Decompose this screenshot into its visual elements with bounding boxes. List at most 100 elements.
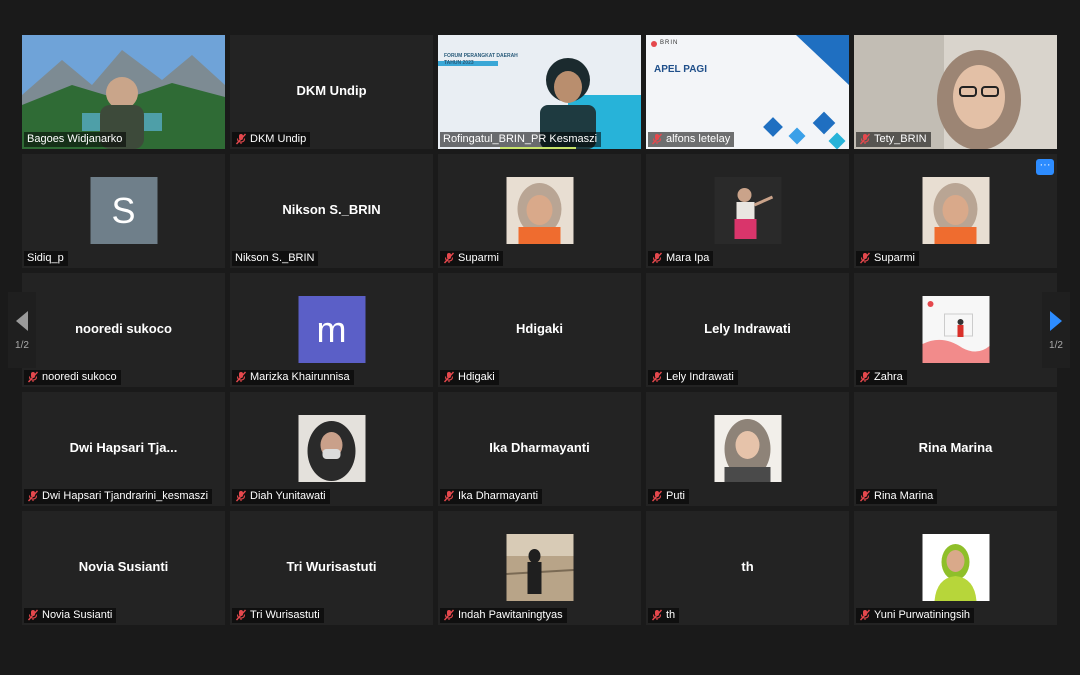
participant-display-name: Ika Dharmayanti: [489, 440, 590, 455]
participant-display-name: Nikson S._BRIN: [282, 202, 381, 217]
participant-nametag: DKM Undip: [232, 132, 311, 147]
video-tile-rina[interactable]: Rina Marina Rina Marina: [854, 392, 1057, 506]
microphone-muted-icon: [651, 371, 663, 383]
avatar: m: [298, 296, 365, 363]
video-tile-diah[interactable]: Diah Yunitawati: [230, 392, 433, 506]
microphone-muted-icon: [235, 133, 247, 145]
participant-display-name: nooredi sukoco: [75, 321, 172, 336]
microphone-muted-icon: [235, 490, 247, 502]
participant-nametag: Marizka Khairunnisa: [232, 370, 354, 385]
video-tile-suparmi-1[interactable]: Suparmi: [438, 154, 641, 268]
microphone-muted-icon: [859, 609, 871, 621]
profile-photo: [506, 177, 573, 244]
video-tile-sidiq[interactable]: S Sidiq_p: [22, 154, 225, 268]
page-indicator-right: 1/2: [1049, 339, 1063, 351]
more-options-icon: ···: [1039, 159, 1051, 171]
previous-page-button[interactable]: 1/2: [8, 292, 36, 368]
participant-nametag: th: [648, 608, 680, 623]
microphone-muted-icon: [651, 133, 663, 145]
video-tile-novia[interactable]: Novia Susianti Novia Susianti: [22, 511, 225, 625]
video-tile-hdigaki[interactable]: Hdigaki Hdigaki: [438, 273, 641, 387]
microphone-muted-icon: [27, 371, 39, 383]
profile-photo: [922, 177, 989, 244]
video-tile-mara-ipa[interactable]: Mara Ipa: [646, 154, 849, 268]
participant-nametag: Rofingatul_BRIN_PR Kesmaszi: [440, 132, 602, 147]
participant-display-name: DKM Undip: [296, 83, 367, 98]
participant-nametag: Suparmi: [440, 251, 503, 266]
profile-photo: [298, 415, 365, 482]
participant-nametag: Yuni Purwatiningsih: [856, 608, 975, 623]
video-tile-yuni[interactable]: Yuni Purwatiningsih: [854, 511, 1057, 625]
video-tile-puti[interactable]: Puti: [646, 392, 849, 506]
participant-nametag: Tety_BRIN: [856, 132, 931, 147]
participant-nametag: Bagoes Widjanarko: [24, 132, 127, 147]
participant-nametag: Rina Marina: [856, 489, 938, 504]
avatar: S: [90, 177, 157, 244]
microphone-muted-icon: [859, 252, 871, 264]
speaking-indicator: [500, 147, 576, 149]
video-tile-zahra[interactable]: Zahra: [854, 273, 1057, 387]
participant-nametag: Lely Indrawati: [648, 370, 738, 385]
video-tile-th[interactable]: th th: [646, 511, 849, 625]
participant-display-name: Dwi Hapsari Tja...: [69, 440, 178, 455]
participant-display-name: Tri Wurisastuti: [286, 559, 377, 574]
video-tile-marizka[interactable]: m Marizka Khairunnisa: [230, 273, 433, 387]
participant-nametag: Indah Pawitaningtyas: [440, 608, 567, 623]
profile-photo: [922, 534, 989, 601]
participant-display-name: Hdigaki: [516, 321, 563, 336]
chevron-left-icon: [16, 310, 28, 331]
participant-nametag: Sidiq_p: [24, 251, 68, 266]
participant-nametag: Puti: [648, 489, 689, 504]
video-gallery-grid: Bagoes Widjanarko DKM Undip DKM Undip FO…: [22, 35, 1058, 626]
profile-photo: [714, 177, 781, 244]
microphone-muted-icon: [443, 490, 455, 502]
profile-photo: [922, 296, 989, 363]
microphone-muted-icon: [859, 371, 871, 383]
microphone-muted-icon: [443, 252, 455, 264]
microphone-muted-icon: [651, 490, 663, 502]
microphone-muted-icon: [651, 609, 663, 621]
video-tile-nooredi[interactable]: nooredi sukoco nooredi sukoco: [22, 273, 225, 387]
video-tile-bagoes[interactable]: Bagoes Widjanarko: [22, 35, 225, 149]
microphone-muted-icon: [27, 609, 39, 621]
participant-display-name: th: [741, 559, 754, 574]
video-tile-lely[interactable]: Lely Indrawati Lely Indrawati: [646, 273, 849, 387]
video-tile-tri[interactable]: Tri Wurisastuti Tri Wurisastuti: [230, 511, 433, 625]
next-page-button[interactable]: 1/2: [1042, 292, 1070, 368]
participant-display-name: Novia Susianti: [78, 559, 169, 574]
participant-nametag: Suparmi: [856, 251, 919, 266]
slide-title: APEL PAGI: [654, 64, 707, 75]
page-indicator-left: 1/2: [15, 339, 29, 351]
more-options-button[interactable]: ···: [1036, 159, 1054, 175]
participant-nametag: alfons letelay: [648, 132, 735, 147]
participant-display-name: Lely Indrawati: [704, 321, 791, 336]
slide-caption: FORUM PERANGKAT DAERAH TAHUN 2023: [444, 53, 518, 66]
microphone-muted-icon: [859, 490, 871, 502]
video-tile-indah[interactable]: Indah Pawitaningtyas: [438, 511, 641, 625]
participant-nametag: Zahra: [856, 370, 907, 385]
participant-display-name: Rina Marina: [918, 440, 993, 455]
video-tile-tety[interactable]: Tety_BRIN: [854, 35, 1057, 149]
video-tile-dkm-undip[interactable]: DKM Undip DKM Undip: [230, 35, 433, 149]
participant-nametag: Novia Susianti: [24, 608, 117, 623]
video-tile-suparmi-2[interactable]: Suparmi: [854, 154, 1057, 268]
video-tile-nikson[interactable]: Nikson S._BRIN Nikson S._BRIN: [230, 154, 433, 268]
microphone-muted-icon: [651, 252, 663, 264]
video-tile-dwi-hapsari[interactable]: Dwi Hapsari Tja... Dwi Hapsari Tjandrari…: [22, 392, 225, 506]
participant-nametag: Mara Ipa: [648, 251, 714, 266]
video-tile-alfons[interactable]: BRIN APEL PAGI alfons letelay: [646, 35, 849, 149]
video-tile-rofingatul[interactable]: FORUM PERANGKAT DAERAH TAHUN 2023 Rofing…: [438, 35, 641, 149]
participant-nametag: Ika Dharmayanti: [440, 489, 543, 504]
participant-nametag: nooredi sukoco: [24, 370, 121, 385]
participant-nametag: Nikson S._BRIN: [232, 251, 319, 266]
participant-nametag: Diah Yunitawati: [232, 489, 330, 504]
microphone-muted-icon: [443, 371, 455, 383]
participant-nametag: Dwi Hapsari Tjandrarini_kesmaszi: [24, 489, 213, 504]
microphone-muted-icon: [235, 371, 247, 383]
participant-nametag: Hdigaki: [440, 370, 499, 385]
microphone-muted-icon: [443, 609, 455, 621]
microphone-muted-icon: [27, 490, 39, 502]
video-tile-ika[interactable]: Ika Dharmayanti Ika Dharmayanti: [438, 392, 641, 506]
profile-photo: [506, 534, 573, 601]
slide-brand: BRIN: [660, 40, 679, 46]
